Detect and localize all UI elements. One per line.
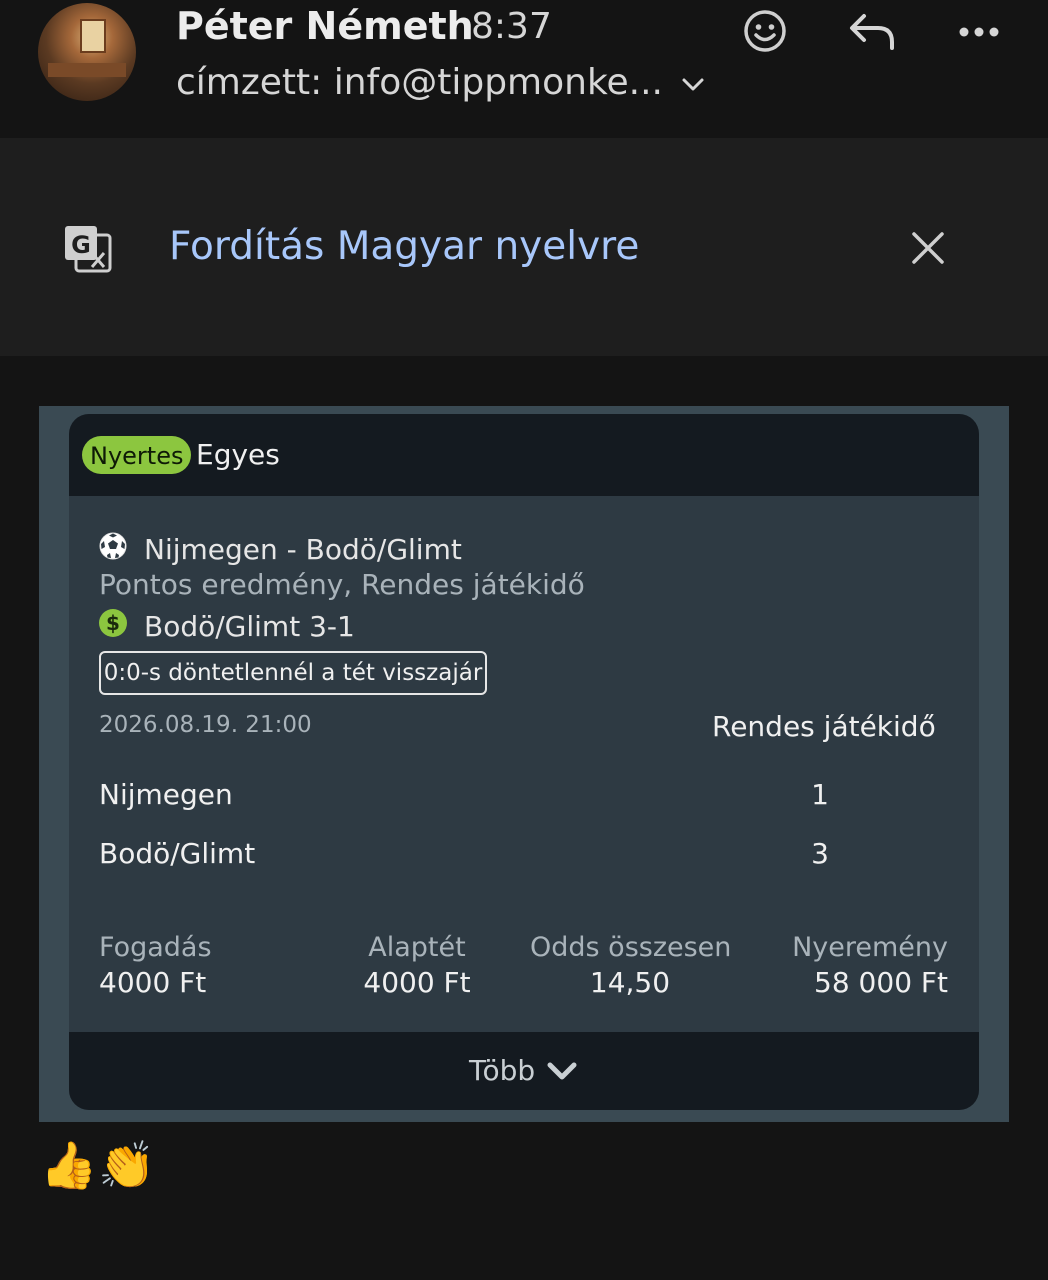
stake-label: Fogadás <box>99 932 212 963</box>
stake-value: 4000 Ft <box>99 966 207 999</box>
winnings-label: Nyeremény <box>792 932 948 963</box>
sender-name: Péter Németh <box>176 4 474 48</box>
svg-text:G: G <box>71 231 91 259</box>
bet-type: Egyes <box>196 438 280 471</box>
total-odds-label: Odds összesen <box>530 932 732 963</box>
selection: Bodö/Glimt 3-1 <box>144 610 355 643</box>
more-options-icon[interactable] <box>956 22 1002 42</box>
total-odds-value: 14,50 <box>589 966 671 999</box>
emoji-reaction-icon[interactable] <box>742 8 788 54</box>
base-stake-label: Alaptét <box>368 932 466 963</box>
bet-card <box>69 414 979 1110</box>
clapping-reaction[interactable]: 👏 <box>98 1138 155 1192</box>
reply-icon[interactable] <box>848 12 896 52</box>
svg-text:$: $ <box>106 611 120 635</box>
team-name: Nijmegen <box>99 778 233 811</box>
status-badge: Nyertes <box>82 436 192 474</box>
message-time: 8:37 <box>471 6 552 47</box>
match-datetime: 2026.08.19. 21:00 <box>99 712 312 738</box>
winnings-value: 58 000 Ft <box>814 966 948 999</box>
translate-link[interactable]: Fordítás Magyar nyelvre <box>169 224 639 269</box>
chevron-down-icon[interactable] <box>546 1060 578 1084</box>
thumbs-up-reaction[interactable]: 👍 <box>40 1138 97 1192</box>
team-score: 1 <box>811 778 829 811</box>
market-name: Pontos eredmény, Rendes játékidő <box>99 568 585 601</box>
more-button-label[interactable]: Több <box>469 1054 535 1087</box>
avatar[interactable] <box>38 3 136 101</box>
team-score: 3 <box>811 837 829 870</box>
team-name: Bodö/Glimt <box>99 837 256 870</box>
close-icon[interactable] <box>910 230 946 266</box>
match-name: Nijmegen - Bodö/Glimt <box>144 533 462 566</box>
recipient-line[interactable]: címzett: info@tippmonke... <box>176 62 663 103</box>
period-label: Rendes játékidő <box>712 710 936 743</box>
chevron-down-icon[interactable] <box>680 72 706 98</box>
dollar-icon: $ <box>99 609 127 637</box>
refund-note: 0:0-s döntetlennél a tét visszajár <box>99 651 487 695</box>
base-stake-value: 4000 Ft <box>363 966 471 999</box>
soccer-ball-icon <box>99 532 127 560</box>
translate-icon: G <box>65 226 112 273</box>
